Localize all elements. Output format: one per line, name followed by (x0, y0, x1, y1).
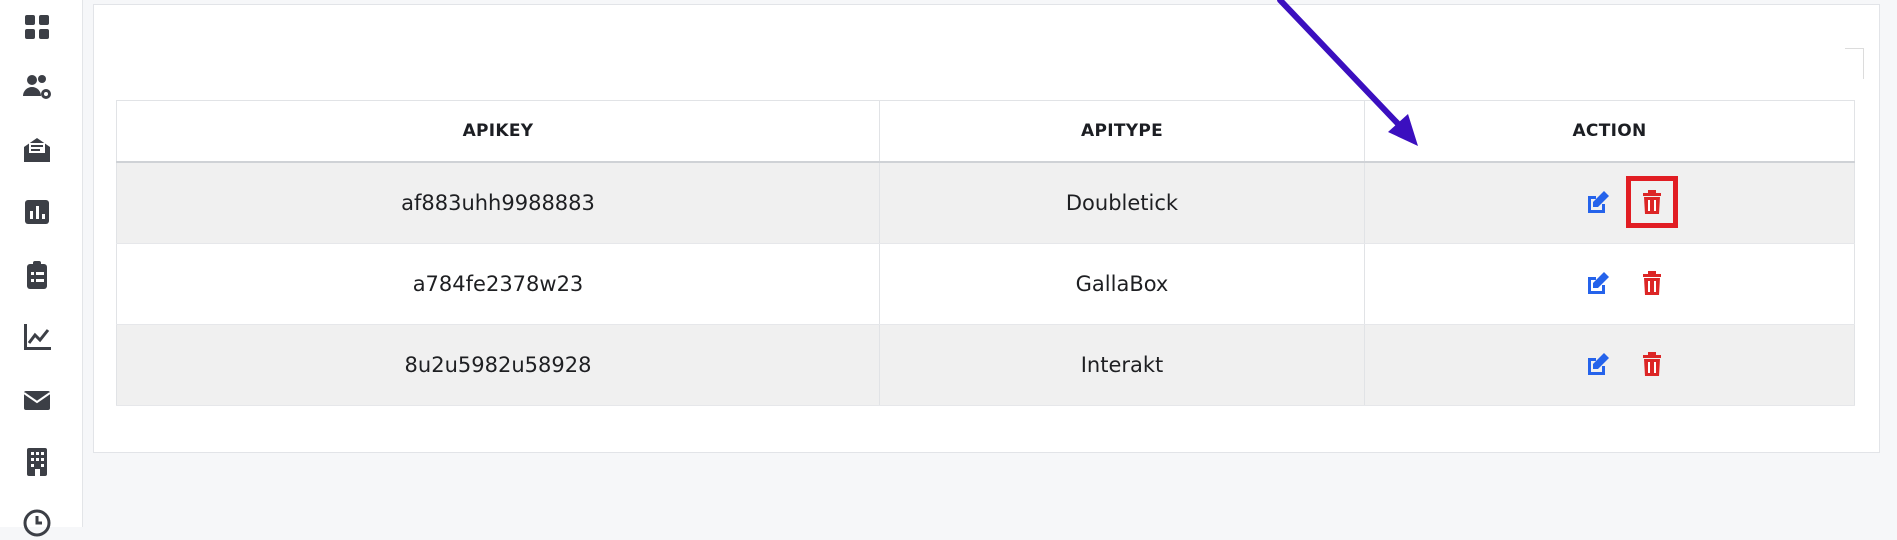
table-header-row: APIKEY APITYPE ACTION (116, 100, 1855, 163)
grid-icon[interactable] (20, 10, 54, 44)
action-cell (1364, 243, 1855, 325)
edit-button[interactable] (1581, 266, 1615, 300)
table-row: af883uhh9988883 Doubletick (116, 162, 1855, 244)
apitype-cell: GallaBox (879, 243, 1365, 325)
envelope-icon[interactable] (20, 383, 54, 417)
line-chart-icon[interactable] (20, 320, 54, 354)
edit-icon (1588, 191, 1609, 213)
delete-button[interactable] (1626, 176, 1678, 228)
apitype-cell: Interakt (879, 324, 1365, 406)
action-cell (1364, 162, 1855, 244)
delete-button[interactable] (1635, 347, 1669, 381)
table-row: a784fe2378w23 GallaBox (116, 243, 1855, 325)
edit-icon (1588, 353, 1609, 375)
scroll-corner (1845, 48, 1864, 79)
column-header-action: ACTION (1364, 100, 1855, 163)
bar-chart-icon[interactable] (20, 195, 54, 229)
clipboard-list-icon[interactable] (20, 258, 54, 292)
trash-icon (1643, 190, 1661, 214)
apikey-cell: 8u2u5982u58928 (116, 324, 880, 406)
edit-button[interactable] (1581, 185, 1615, 219)
apitype-cell: Doubletick (879, 162, 1365, 244)
users-settings-icon[interactable] (20, 70, 54, 104)
edit-icon (1588, 272, 1609, 294)
action-cell (1364, 324, 1855, 406)
apikey-cell: af883uhh9988883 (116, 162, 880, 244)
building-icon[interactable] (20, 445, 54, 479)
sidebar (0, 0, 83, 537)
delete-button[interactable] (1635, 266, 1669, 300)
column-header-apitype: APITYPE (879, 100, 1365, 163)
apikey-cell: a784fe2378w23 (116, 243, 880, 325)
trash-icon (1643, 271, 1661, 295)
table-row: 8u2u5982u58928 Interakt (116, 324, 1855, 406)
envelope-open-icon[interactable] (20, 133, 54, 167)
trash-icon (1643, 352, 1661, 376)
edit-button[interactable] (1581, 347, 1615, 381)
api-keys-table: APIKEY APITYPE ACTION af883uhh9988883 Do… (116, 100, 1855, 406)
column-header-apikey: APIKEY (116, 100, 880, 163)
clock-icon[interactable] (20, 506, 54, 540)
